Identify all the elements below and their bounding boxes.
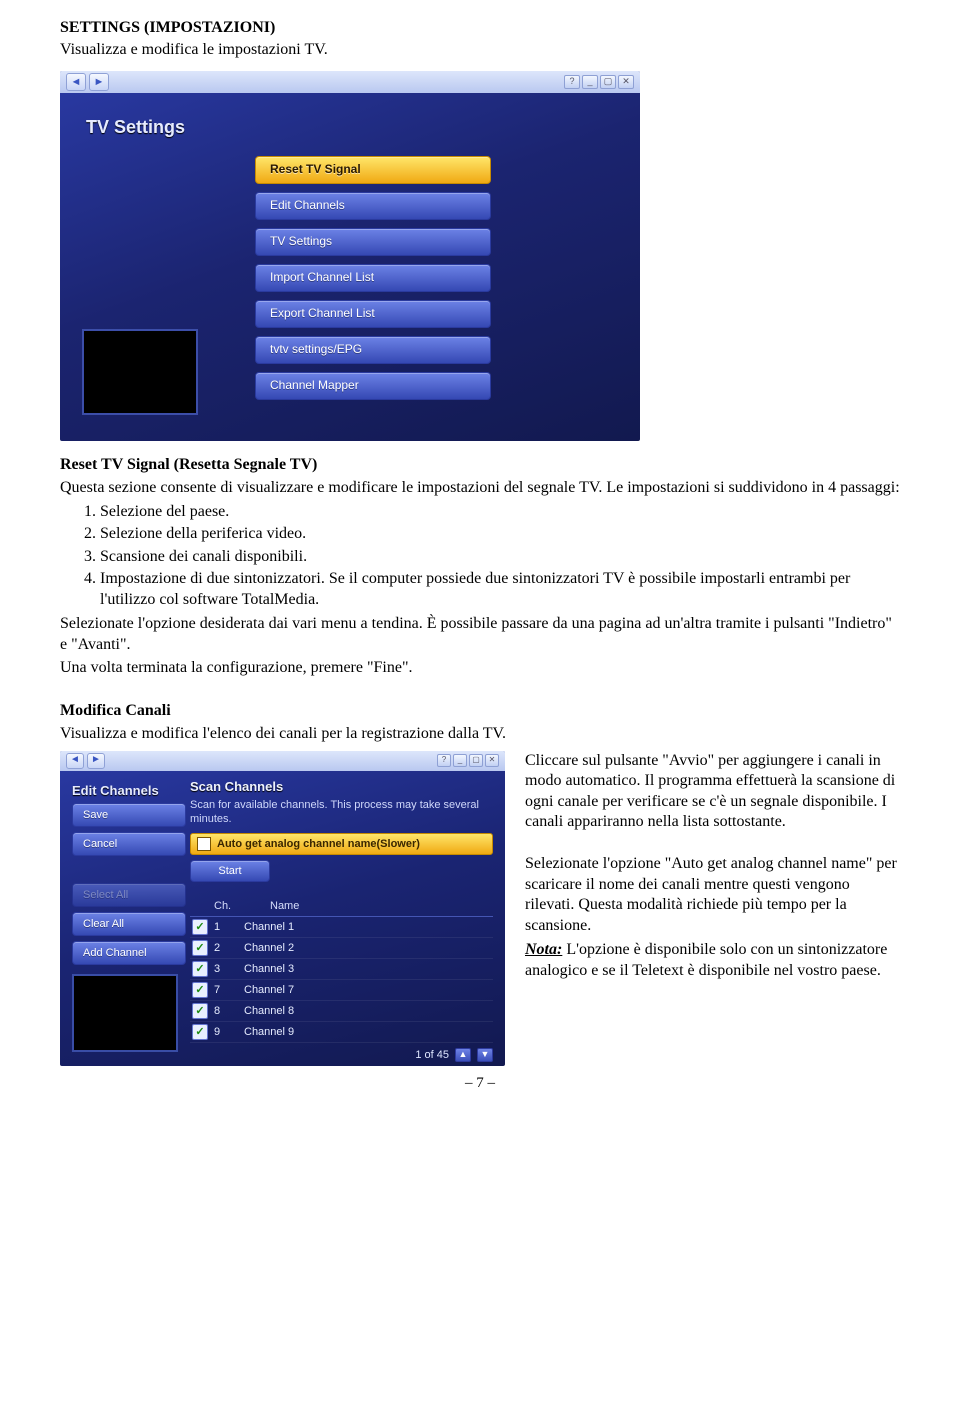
edit-channels-screenshot: ◄ ► ? _ ▢ ✕ Edit Channels Save Cancel Se… <box>60 751 505 1066</box>
step-3: Scansione dei canali disponibili. <box>100 547 900 567</box>
channel-name: Channel 3 <box>244 962 493 976</box>
nav-icons: ◄ ► <box>66 753 105 769</box>
channel-number: 8 <box>214 1004 244 1018</box>
modifica-sub: Visualizza e modifica l'elenco dei canal… <box>60 724 900 744</box>
auto-get-analog-option[interactable]: Auto get analog channel name(Slower) <box>190 833 493 855</box>
table-row[interactable]: ✓ 3 Channel 3 <box>190 959 493 980</box>
window-titlebar: ◄ ► ? _ ▢ ✕ <box>60 71 640 93</box>
channel-name: Channel 8 <box>244 1004 493 1018</box>
window-buttons: ? _ ▢ ✕ <box>437 754 499 767</box>
checkbox-icon[interactable]: ✓ <box>192 1024 208 1040</box>
tv-settings-screenshot: ◄ ► ? _ ▢ ✕ TV Settings Reset TV Signal … <box>60 71 640 441</box>
minimize-icon[interactable]: _ <box>582 75 598 89</box>
close-icon[interactable]: ✕ <box>485 754 499 767</box>
nota-label: Nota: <box>525 941 562 958</box>
step-2: Selezione della periferica video. <box>100 524 900 544</box>
menu-item-import-channel-list[interactable]: Import Channel List <box>255 264 491 292</box>
forward-icon[interactable]: ► <box>87 753 105 769</box>
window-titlebar: ◄ ► ? _ ▢ ✕ <box>60 751 505 771</box>
menu-item-tvtv-settings-epg[interactable]: tvtv settings/EPG <box>255 336 491 364</box>
channel-name: Channel 9 <box>244 1025 493 1039</box>
select-all-button[interactable]: Select All <box>72 883 186 907</box>
table-row[interactable]: ✓ 1 Channel 1 <box>190 917 493 938</box>
add-channel-button[interactable]: Add Channel <box>72 941 186 965</box>
pager-up-button[interactable]: ▲ <box>455 1048 471 1062</box>
side-buttons: Save Cancel Select All Clear All Add Cha… <box>72 803 174 970</box>
reset-heading: Reset TV Signal (Resetta Segnale TV) <box>60 456 317 473</box>
menu-item-channel-mapper[interactable]: Channel Mapper <box>255 372 491 400</box>
table-row[interactable]: ✓ 9 Channel 9 <box>190 1022 493 1043</box>
forward-icon[interactable]: ► <box>89 73 109 91</box>
save-button[interactable]: Save <box>72 803 186 827</box>
checkbox-icon[interactable]: ✓ <box>192 1003 208 1019</box>
step-4: Impostazione di due sintonizzatori. Se i… <box>100 569 900 610</box>
start-button[interactable]: Start <box>190 860 270 882</box>
channel-name: Channel 1 <box>244 920 493 934</box>
menu-item-edit-channels[interactable]: Edit Channels <box>255 192 491 220</box>
menu-item-export-channel-list[interactable]: Export Channel List <box>255 300 491 328</box>
clear-all-button[interactable]: Clear All <box>72 912 186 936</box>
table-row[interactable]: ✓ 2 Channel 2 <box>190 938 493 959</box>
channel-name: Channel 2 <box>244 941 493 955</box>
scan-heading: Scan Channels <box>190 779 493 796</box>
page-subtitle: Visualizza e modifica le impostazioni TV… <box>60 40 900 60</box>
menu-item-tv-settings[interactable]: TV Settings <box>255 228 491 256</box>
mod-r2a: Selezionate l'opzione "Auto get analog c… <box>525 855 897 933</box>
preview-video-box <box>72 974 178 1052</box>
modifica-right-text: Cliccare sul pulsante "Avvio" per aggiun… <box>525 751 900 986</box>
pager-down-button[interactable]: ▼ <box>477 1048 493 1062</box>
col-name: Name <box>270 899 493 913</box>
back-icon[interactable]: ◄ <box>66 73 86 91</box>
checkbox-icon[interactable]: ✓ <box>192 961 208 977</box>
scan-panel: Scan Channels Scan for available channel… <box>190 779 493 1054</box>
reset-p3: Una volta terminata la configurazione, p… <box>60 658 900 678</box>
channel-number: 7 <box>214 983 244 997</box>
pager: 1 of 45 ▲ ▼ <box>190 1048 493 1062</box>
tv-settings-menu: Reset TV Signal Edit Channels TV Setting… <box>255 156 475 408</box>
tv-settings-heading: TV Settings <box>86 116 185 139</box>
mod-r1: Cliccare sul pulsante "Avvio" per aggiun… <box>525 751 900 833</box>
table-row[interactable]: ✓ 7 Channel 7 <box>190 980 493 1001</box>
channel-rows: ✓ 1 Channel 1 ✓ 2 Channel 2 ✓ 3 Channel … <box>190 917 493 1043</box>
window-buttons: ? _ ▢ ✕ <box>564 75 634 89</box>
modifica-heading: Modifica Canali <box>60 702 171 719</box>
preview-video-box <box>82 329 198 415</box>
channel-number: 3 <box>214 962 244 976</box>
scan-desc: Scan for available channels. This proces… <box>190 799 493 827</box>
close-icon[interactable]: ✕ <box>618 75 634 89</box>
maximize-icon[interactable]: ▢ <box>600 75 616 89</box>
pager-label: 1 of 45 <box>415 1048 449 1062</box>
edit-channels-heading: Edit Channels <box>72 783 159 800</box>
col-ch: Ch. <box>190 899 270 913</box>
checkbox-icon[interactable]: ✓ <box>192 919 208 935</box>
step-1: Selezione del paese. <box>100 502 900 522</box>
maximize-icon[interactable]: ▢ <box>469 754 483 767</box>
page-title: SETTINGS (IMPOSTAZIONI) <box>60 18 900 38</box>
channel-list-header: Ch. Name <box>190 896 493 917</box>
reset-p1: Questa sezione consente di visualizzare … <box>60 478 900 498</box>
channel-number: 2 <box>214 941 244 955</box>
auto-get-analog-label: Auto get analog channel name(Slower) <box>217 837 420 851</box>
checkbox-icon[interactable] <box>197 837 211 851</box>
help-icon[interactable]: ? <box>437 754 451 767</box>
nav-icons: ◄ ► <box>66 73 109 91</box>
help-icon[interactable]: ? <box>564 75 580 89</box>
channel-number: 1 <box>214 920 244 934</box>
back-icon[interactable]: ◄ <box>66 753 84 769</box>
page-number: – 7 – <box>60 1074 900 1093</box>
menu-item-reset-tv-signal[interactable]: Reset TV Signal <box>255 156 491 184</box>
reset-p2: Selezionate l'opzione desiderata dai var… <box>60 614 900 655</box>
cancel-button[interactable]: Cancel <box>72 832 186 856</box>
channel-number: 9 <box>214 1025 244 1039</box>
steps-list: Selezione del paese. Selezione della per… <box>60 502 900 610</box>
minimize-icon[interactable]: _ <box>453 754 467 767</box>
checkbox-icon[interactable]: ✓ <box>192 940 208 956</box>
table-row[interactable]: ✓ 8 Channel 8 <box>190 1001 493 1022</box>
channel-name: Channel 7 <box>244 983 493 997</box>
mod-r2b: L'opzione è disponibile solo con un sint… <box>525 941 887 978</box>
checkbox-icon[interactable]: ✓ <box>192 982 208 998</box>
